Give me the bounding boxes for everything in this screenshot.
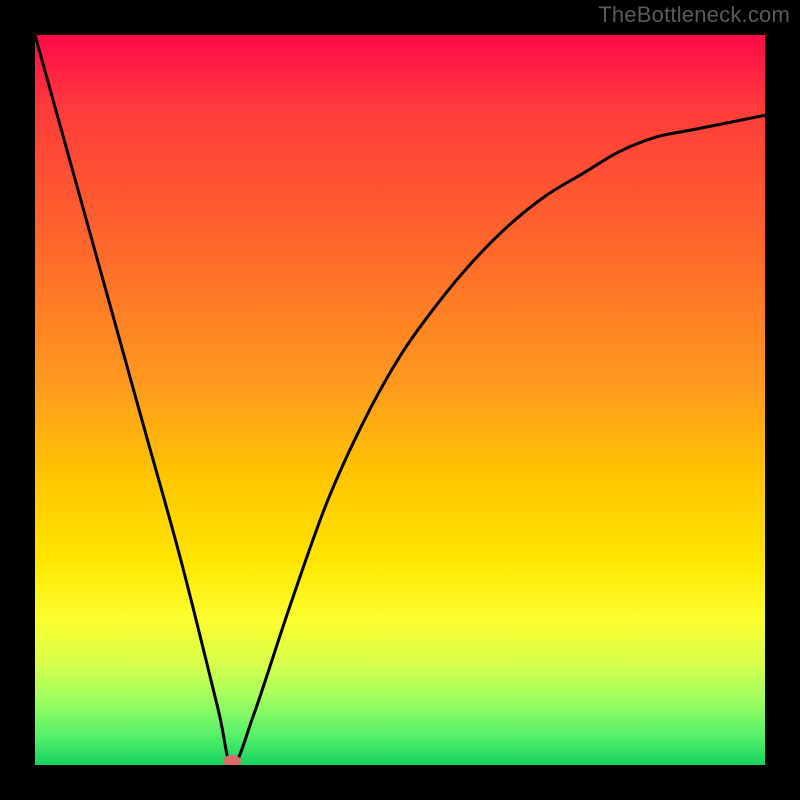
plot-area (35, 35, 765, 765)
watermark-text: TheBottleneck.com (598, 2, 790, 28)
chart-frame: TheBottleneck.com (0, 0, 800, 800)
curve-line (35, 35, 765, 765)
bottleneck-curve (35, 35, 765, 765)
